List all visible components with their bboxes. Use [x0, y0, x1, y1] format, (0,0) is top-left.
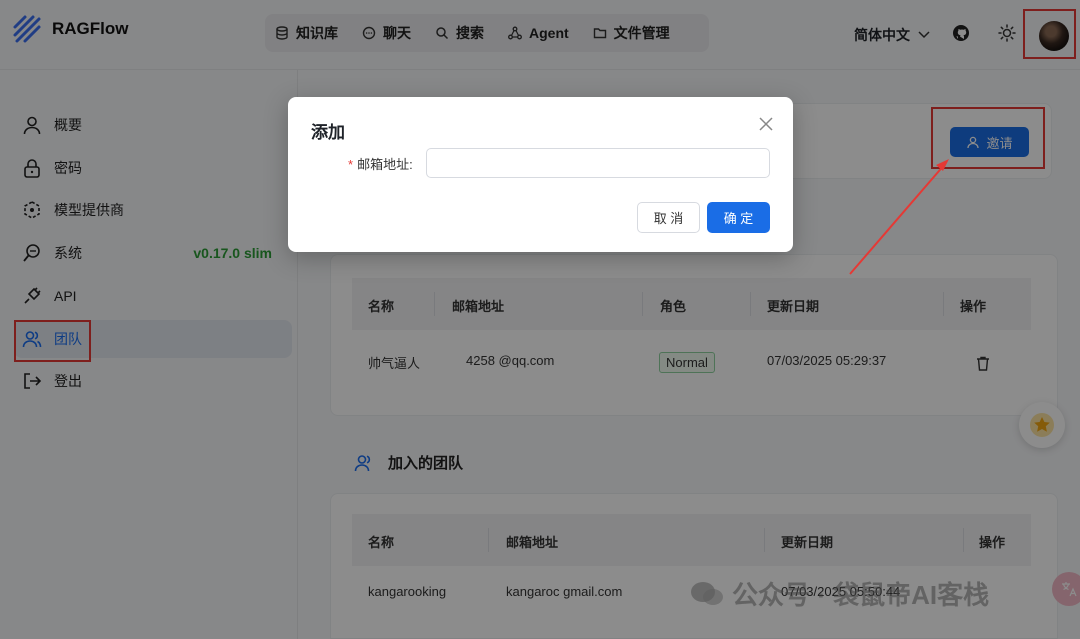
modal-backdrop[interactable]: [0, 0, 1080, 639]
add-member-dialog: 添加 * 邮箱地址: 取 消 确 定: [288, 97, 793, 252]
email-field[interactable]: [426, 148, 770, 178]
annotation-arrow: [849, 159, 949, 275]
confirm-button[interactable]: 确 定: [707, 202, 770, 233]
dialog-title: 添加: [311, 123, 345, 142]
close-icon[interactable]: [758, 116, 774, 132]
email-field-label: * 邮箱地址:: [348, 157, 413, 172]
cancel-button[interactable]: 取 消: [637, 202, 700, 233]
email-label-text: 邮箱地址: [357, 157, 410, 172]
